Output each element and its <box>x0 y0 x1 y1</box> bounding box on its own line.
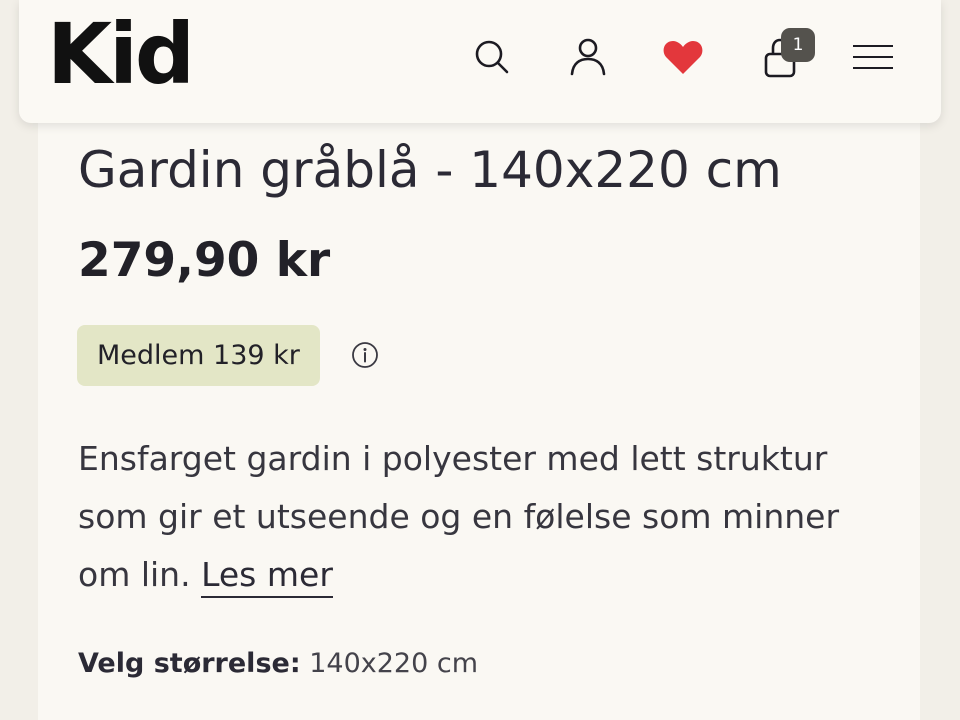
cart-button[interactable]: 1 <box>757 28 815 80</box>
product-title: Gardin gråblå - 140x220 cm <box>78 141 782 199</box>
menu-button[interactable] <box>850 34 896 80</box>
menu-icon <box>853 45 893 69</box>
search-icon <box>475 40 509 74</box>
favorites-button[interactable] <box>660 34 706 80</box>
user-icon <box>570 38 606 76</box>
member-price-badge: Medlem 139 kr <box>77 325 320 386</box>
account-button[interactable] <box>565 34 611 80</box>
read-more-link[interactable]: Les mer <box>201 555 333 598</box>
kid-logo[interactable]: Kid <box>47 12 195 96</box>
member-price-label: Medlem 139 kr <box>97 340 300 371</box>
info-icon[interactable] <box>350 340 380 370</box>
heart-icon <box>663 41 703 74</box>
product-description: Ensfarget gardin i polyester med lett st… <box>78 430 898 604</box>
search-button[interactable] <box>469 34 515 80</box>
site-header: Kid 1 <box>19 0 941 123</box>
size-selector: Velg størrelse: 140x220 cm <box>78 648 478 679</box>
product-price: 279,90 kr <box>78 233 331 288</box>
cart-count-badge: 1 <box>781 28 815 62</box>
size-selected-value: 140x220 cm <box>309 648 478 679</box>
size-label: Velg størrelse: <box>78 648 301 679</box>
description-text: Ensfarget gardin i polyester med lett st… <box>78 439 840 594</box>
